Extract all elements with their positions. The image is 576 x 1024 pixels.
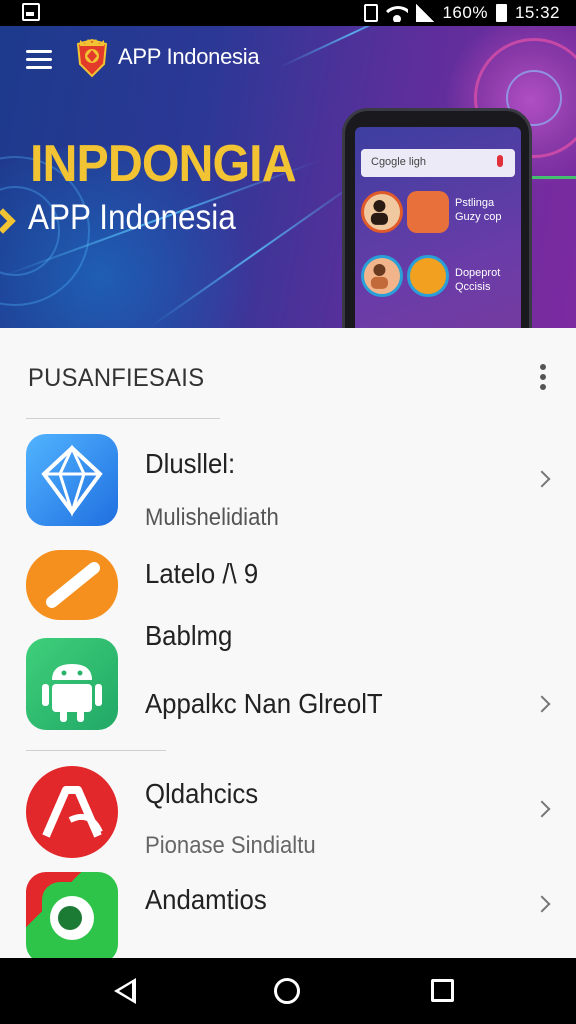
green-chat-app-icon [26,872,118,964]
status-icons: 160% 15:32 [364,2,560,24]
status-bar: 160% 15:32 [0,0,576,26]
android-app-icon [26,638,118,730]
phone-avatar-icon [361,255,403,297]
app-list-panel: PUSANFIESAIS Dlusllel: Mulishelidiath La… [0,328,576,964]
more-options-icon[interactable] [538,364,548,392]
brand-name: APP Indonesia [118,44,260,69]
recents-icon[interactable] [431,979,454,1002]
list-item-title: Latelo /\ 9 [145,558,259,589]
list-item-title: Andamtios [145,884,267,915]
chevron-right-icon [533,470,551,488]
list-item-title: Dlusllel: [145,448,236,479]
phone-item-sublabel: Guzy cop [455,211,502,223]
wifi-icon [386,4,409,22]
hero-title: INPDONGIA [30,135,297,193]
list-item-subtitle: Mulishelidiath [145,504,279,531]
chevron-right-icon [533,695,551,713]
list-item-subtitle: Pionase Sindialtu [145,832,316,859]
vibrate-icon [364,4,379,22]
battery-percent: 160% [442,3,488,22]
phone-mockup: Cgogle ligh Pstlinga Guzy cop Dopeprot Q… [342,108,532,328]
chevron-right-icon [533,800,551,818]
navigation-bar [0,958,576,1024]
phone-screen: Cgogle ligh Pstlinga Guzy cop Dopeprot Q… [355,127,521,328]
phone-app-icon [407,191,449,233]
notification-icon [22,3,40,21]
signal-icon [416,4,435,22]
divider [26,418,220,419]
hamburger-menu-icon[interactable] [26,50,52,70]
section-title: PUSANFIESAIS [28,364,205,392]
mic-icon [497,155,503,167]
battery-icon [495,4,507,22]
hero-banner: APP Indonesia INPDONGIA APP Indonesia Cg… [0,26,576,328]
phone-search-bar: Cgogle ligh [361,149,515,177]
chevron-right-icon [533,895,551,913]
diamond-app-icon [26,434,118,526]
clock: 15:32 [514,3,560,22]
phone-item-label: Pstlinga [455,197,495,209]
home-icon[interactable] [274,978,300,1004]
back-icon[interactable] [114,978,136,1004]
hero-subtitle: APP Indonesia [28,198,236,237]
red-a-app-icon [26,766,118,858]
phone-item-sublabel: Qccisis [455,281,491,293]
list-item-title: Bablmg [145,620,233,651]
pencil-app-icon [26,550,118,620]
list-item-subtitle: Appalkc Nan GlreolT [145,688,383,719]
phone-search-text: Cgogle ligh [371,156,427,168]
phone-app-icon [407,255,449,297]
phone-avatar-icon [361,191,403,233]
hero-streak [279,26,426,68]
phone-item-label: Dopeprot [455,267,501,279]
brand-logo-icon [76,38,108,78]
list-item-title: Qldahcics [145,778,259,809]
app-screen: 160% 15:32 APP Indonesia INPDONGIA APP I… [0,0,576,1024]
divider [26,750,166,751]
